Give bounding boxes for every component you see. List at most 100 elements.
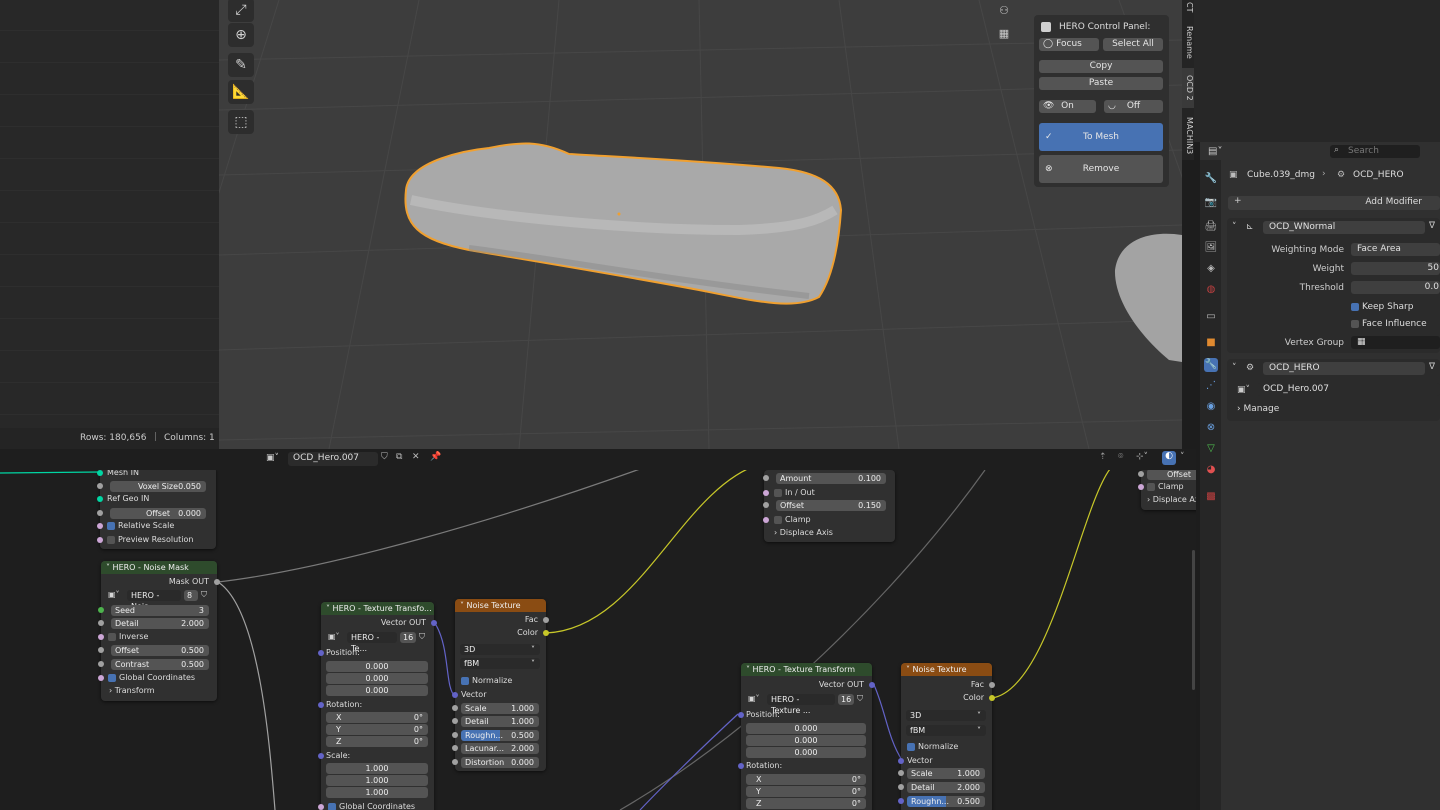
paste-button[interactable]: Paste (1039, 77, 1163, 90)
noise-texture-header-1[interactable]: ˅ Noise Texture (455, 599, 546, 612)
manage-subpanel[interactable]: › Manage (1237, 404, 1279, 414)
global-coords-checkbox-2[interactable]: Global Coordinates (328, 801, 415, 810)
texture-transform-header-1[interactable]: ˅ HERO - Texture Transfo... (321, 602, 434, 615)
filter-icon[interactable]: ∇ (1429, 221, 1435, 231)
noise-mask-users[interactable]: 8 (184, 590, 198, 601)
position-x-field[interactable]: 0.000 (326, 661, 428, 672)
view-layer-tab-icon[interactable]: 🖼 (1204, 241, 1218, 255)
noise-mask-node[interactable]: ˅ HERO - Noise Mask Mask OUT HERO - Nois… (98, 561, 220, 701)
render-tab-icon[interactable]: 📷 (1204, 196, 1218, 210)
normalize-checkbox-2[interactable]: Normalize (901, 741, 992, 753)
texture-transform-node-2[interactable]: ˅ HERO - Texture Transform Vector OUT ▣˅… (738, 663, 875, 810)
preview-resolution-checkbox[interactable]: Preview Resolution (107, 534, 193, 546)
material-tab-icon[interactable]: ◕ (1204, 463, 1218, 477)
amount-field[interactable]: Amount 0.100 (763, 473, 886, 484)
pin-icon[interactable]: 📌 (430, 452, 441, 462)
contrast-field[interactable]: Contrast 0.500 (98, 659, 209, 670)
inverse-checkbox[interactable]: Inverse (108, 631, 148, 643)
select-all-button[interactable]: Select All (1103, 38, 1163, 51)
position-x-field-2[interactable]: 0.000 (746, 723, 866, 734)
clamp-checkbox[interactable]: Clamp (774, 514, 811, 526)
node-editor[interactable]: Mesh IN Voxel Size 0.050 Ref Geo IN Offse… (0, 449, 1196, 810)
texture-transform-header-2[interactable]: ˅ HERO - Texture Transform (741, 663, 872, 676)
rotation-x-field[interactable]: X 0° (326, 712, 428, 723)
camera-view-icon[interactable]: ⚇ (996, 4, 1012, 20)
scale-tool-icon[interactable]: ⤢ (228, 0, 254, 22)
displace-node-right[interactable]: Offset Clamp › Displace Ax (1138, 468, 1196, 510)
collapse-chevron-icon[interactable]: ˅ (1232, 222, 1237, 232)
modifier-tab-icon[interactable]: 🔧 (1204, 358, 1218, 372)
position-z-field-2[interactable]: 0.000 (746, 747, 866, 758)
tex-transform-group-field-2[interactable]: HERO - Texture ... (767, 694, 835, 715)
fake-user-shield-icon[interactable]: ⛉ (381, 452, 388, 462)
rotation-z-field[interactable]: Z 0° (326, 736, 428, 747)
node-editor-scrollbar[interactable] (1192, 550, 1195, 690)
keep-sharp-checkbox[interactable]: Keep Sharp (1351, 302, 1413, 312)
rotation-y-field[interactable]: Y 0° (326, 724, 428, 735)
noise-detail-field[interactable]: Detail 1.000 (452, 716, 539, 727)
focus-button[interactable]: ◯ Focus (1039, 38, 1099, 51)
rotation-x-field-2[interactable]: X 0° (746, 774, 866, 785)
collapse-chevron-icon[interactable]: ˅ (1232, 363, 1237, 373)
noise-distortion-field[interactable]: Distortion 0.000 (452, 757, 539, 768)
rotation-y-field-2[interactable]: Y 0° (746, 786, 866, 797)
overlay-dropdown-icon[interactable]: ˅ (1180, 452, 1185, 462)
scale-z-field[interactable]: 1.000 (326, 787, 428, 798)
output-tab-icon[interactable]: 🖨 (1204, 220, 1218, 234)
displace-offset-field[interactable]: Offset 0.150 (763, 500, 886, 511)
fake-user-shield-icon[interactable]: ⛉ (857, 694, 863, 704)
normalize-checkbox[interactable]: Normalize (455, 675, 546, 687)
ortho-toggle-icon[interactable]: ▦ (996, 27, 1012, 43)
position-y-field[interactable]: 0.000 (326, 673, 428, 684)
dimensions-select-2[interactable]: 3D ˅ (906, 710, 986, 721)
weighting-mode-select[interactable]: Face Area (1351, 243, 1440, 256)
position-z-field[interactable]: 0.000 (326, 685, 428, 696)
editor-type-icon[interactable]: ▤˅ (1208, 146, 1228, 158)
collection-tab-icon[interactable]: ▭ (1204, 310, 1218, 324)
nodegroup-field[interactable]: OCD_Hero.007 (1257, 383, 1440, 396)
transform-subpanel[interactable]: › Transform (101, 685, 217, 697)
noise-texture-node-2[interactable]: ˅ Noise Texture Fac Color 3D ˅ fBM ˅ Norma… (898, 663, 995, 810)
fake-user-shield-icon[interactable]: ⛉ (419, 632, 425, 642)
3d-viewport[interactable]: ⤢ ⊕ ✎ 📐 ⬚ ⚇ ▦ HERO Control Panel: ◯ Focus… (219, 0, 1182, 449)
displace-right-offset-field[interactable]: Offset (1138, 469, 1196, 480)
noise-texture-header-2[interactable]: ˅ Noise Texture (901, 663, 992, 676)
seed-field[interactable]: Seed 3 (98, 605, 209, 616)
tab-ocd2[interactable]: OCD 2 (1182, 68, 1194, 108)
world-tab-icon[interactable]: ◍ (1204, 283, 1218, 297)
tab-rename[interactable]: Rename (1182, 22, 1194, 62)
scene-tab-icon[interactable]: ◈ (1204, 262, 1218, 276)
unlink-x-icon[interactable]: ✕ (412, 452, 420, 462)
displace-node[interactable]: Amount 0.100 In / Out Offset 0.150 Clamp ›… (763, 470, 895, 542)
rotation-z-field-2[interactable]: Z 0° (746, 798, 866, 809)
noise-mask-header[interactable]: ˅ HERO - Noise Mask (101, 561, 217, 574)
voxel-size-field[interactable]: Voxel Size 0.050 (97, 481, 206, 492)
second-mesh[interactable] (1114, 233, 1182, 362)
data-tab-icon[interactable]: ▽ (1204, 442, 1218, 456)
tab-machin3[interactable]: MACHIN3 (1182, 112, 1194, 160)
filter-icon[interactable]: ∇ (1429, 362, 1435, 372)
nodetree-browse-icon[interactable]: ▣˅ (266, 453, 279, 463)
displace-right-clamp-checkbox[interactable]: Clamp (1147, 482, 1184, 491)
noise-roughness-field[interactable]: Roughn... 0.500 (452, 730, 539, 741)
parent-node-tree-icon[interactable]: ⇡ (1099, 452, 1107, 462)
detail-field[interactable]: Detail 2.000 (98, 618, 209, 629)
nodegroup-browse-icon[interactable]: ▣˅ (1237, 385, 1250, 395)
displace-axis-subpanel[interactable]: › Displace Axis (764, 527, 895, 539)
scale-x-field[interactable]: 1.000 (326, 763, 428, 774)
face-influence-checkbox[interactable]: Face Influence (1351, 319, 1427, 329)
tool-tab-icon[interactable]: 🔧 (1204, 172, 1218, 186)
position-y-field-2[interactable]: 0.000 (746, 735, 866, 746)
wnormal-name-field[interactable]: OCD_WNormal (1263, 221, 1425, 234)
constraints-tab-icon[interactable]: ⊗ (1204, 421, 1218, 435)
noise-mask-group-field[interactable]: HERO - Nois... (127, 590, 181, 611)
transform-tool-icon[interactable]: ⊕ (228, 23, 254, 47)
noise-lacunarity-field[interactable]: Lacunar... 2.000 (452, 743, 539, 754)
tab-ct[interactable]: CT (1182, 0, 1194, 14)
add-modifier-button[interactable]: + Add Modifier (1228, 196, 1440, 210)
displace-right-axis-subpanel[interactable]: › Displace Ax (1141, 494, 1196, 506)
search-field[interactable]: ⌕ Search (1330, 145, 1420, 158)
mask-offset-field[interactable]: Offset 0.500 (98, 645, 209, 656)
vertex-group-field[interactable]: ▦ (1351, 336, 1440, 349)
noise-scale-field[interactable]: Scale 1.000 (452, 703, 539, 714)
